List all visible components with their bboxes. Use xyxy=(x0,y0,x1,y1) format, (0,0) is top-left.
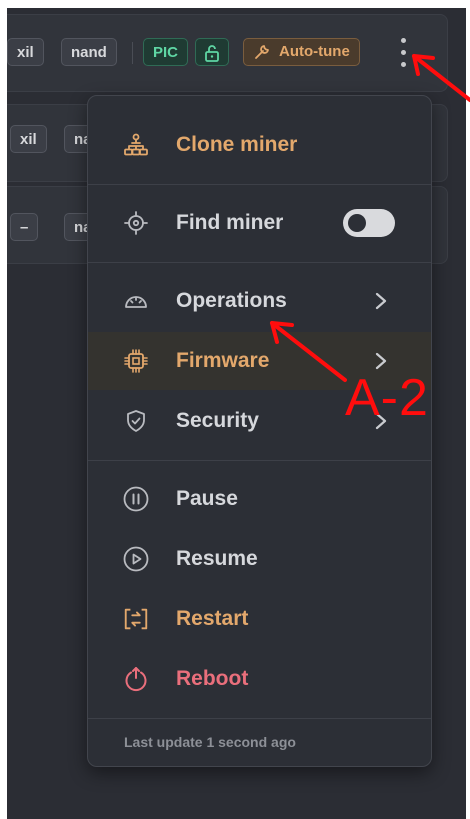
screenshot-frame-right xyxy=(466,0,470,819)
menu-divider xyxy=(88,460,431,461)
menu-item-operations[interactable]: Operations xyxy=(88,272,431,330)
screenshot-frame-top xyxy=(0,0,470,8)
pause-icon xyxy=(122,485,150,513)
menu-divider xyxy=(88,262,431,263)
restart-icon xyxy=(122,605,150,633)
unlock-icon xyxy=(205,45,219,62)
menu-item-label: Resume xyxy=(176,547,258,570)
kebab-dot xyxy=(401,38,406,43)
tag-chip[interactable]: xil xyxy=(10,125,47,153)
pic-badge[interactable]: PIC xyxy=(143,38,189,66)
kebab-dot xyxy=(401,50,406,55)
chip-divider xyxy=(132,42,133,64)
unlock-badge[interactable] xyxy=(195,38,229,66)
menu-item-label: Reboot xyxy=(176,667,249,690)
play-icon xyxy=(122,545,150,573)
find-miner-toggle[interactable] xyxy=(343,209,395,237)
app-window: xil nand PIC Auto-tune xil na – na Clone… xyxy=(0,0,470,819)
screenshot-frame-left xyxy=(0,0,7,819)
toggle-knob xyxy=(348,214,366,232)
power-icon xyxy=(122,665,150,693)
menu-item-label: Clone miner xyxy=(176,133,298,156)
autotune-button[interactable]: Auto-tune xyxy=(243,38,360,66)
menu-item-label: Pause xyxy=(176,487,238,510)
menu-item-label: Firmware xyxy=(176,349,270,372)
menu-item-label: Operations xyxy=(176,289,287,312)
target-icon xyxy=(122,209,150,237)
autotune-label: Auto-tune xyxy=(279,43,350,60)
tag-chip[interactable]: – xyxy=(10,213,39,241)
shield-check-icon xyxy=(122,407,150,435)
last-update-status: Last update 1 second ago xyxy=(124,734,296,750)
more-menu-button[interactable] xyxy=(397,36,409,70)
menu-divider xyxy=(88,718,431,719)
annotation-label: A-2 xyxy=(345,369,429,427)
menu-divider xyxy=(88,184,431,185)
menu-item-reboot[interactable]: Reboot xyxy=(88,650,431,708)
menu-item-clone-miner[interactable]: Clone miner xyxy=(88,116,431,174)
miner-actions-menu: Clone miner Find miner Operations Firmwa… xyxy=(87,95,432,767)
menu-item-find-miner[interactable]: Find miner xyxy=(88,194,431,252)
wrench-icon xyxy=(255,45,269,59)
menu-item-label: Restart xyxy=(176,607,249,630)
chevron-right-icon xyxy=(375,292,387,310)
menu-item-label: Security xyxy=(176,409,259,432)
chip-icon xyxy=(122,347,150,375)
tag-chip[interactable]: xil xyxy=(7,38,44,66)
menu-item-resume[interactable]: Resume xyxy=(88,530,431,588)
miner-row[interactable]: xil nand PIC Auto-tune xyxy=(7,14,448,92)
cloner-icon xyxy=(122,131,150,159)
menu-item-restart[interactable]: Restart xyxy=(88,590,431,648)
kebab-dot xyxy=(401,62,406,67)
tag-chip[interactable]: nand xyxy=(61,38,117,66)
menu-item-pause[interactable]: Pause xyxy=(88,470,431,528)
gauge-icon xyxy=(122,287,150,315)
menu-item-label: Find miner xyxy=(176,211,284,234)
